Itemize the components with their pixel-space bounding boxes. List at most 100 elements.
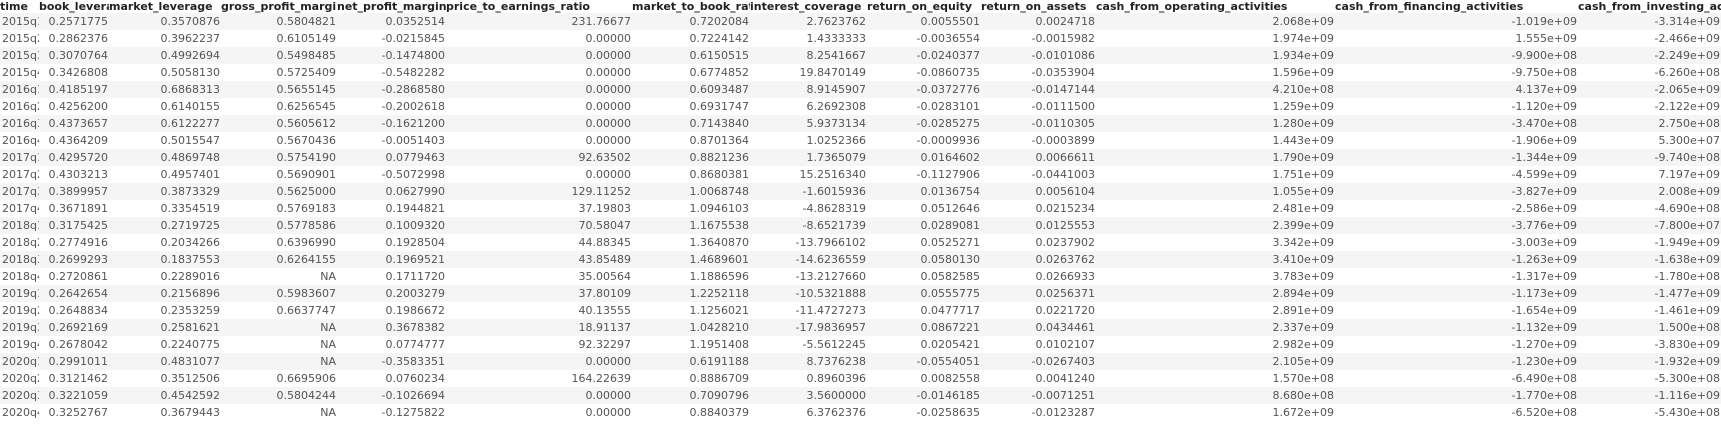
table-cell: 0.1969521 <box>337 251 446 268</box>
table-cell: -0.0009936 <box>867 132 981 149</box>
table-cell: 0.00000 <box>446 30 632 47</box>
table-cell: -0.0110305 <box>981 115 1096 132</box>
table-cell: -1.120e+09 <box>1335 98 1578 115</box>
table-cell: -11.4727273 <box>750 302 867 319</box>
table-cell: 1.259e+09 <box>1096 98 1335 115</box>
table-cell: 0.1986672 <box>337 302 446 319</box>
table-cell: 1.0068748 <box>632 183 750 200</box>
table-cell: -0.0101086 <box>981 47 1096 64</box>
table-cell: 0.2353259 <box>109 302 221 319</box>
table-cell: 0.5804244 <box>221 387 337 404</box>
table-cell: 0.5015547 <box>109 132 221 149</box>
table-cell: 0.6774852 <box>632 64 750 81</box>
table-cell: -8.6521739 <box>750 217 867 234</box>
table-cell: 1.3640870 <box>632 234 750 251</box>
table-cell: 0.3252767 <box>39 404 109 421</box>
table-cell: 0.6931747 <box>632 98 750 115</box>
table-cell: 0.5754190 <box>221 149 337 166</box>
table-cell: NA <box>221 336 337 353</box>
table-row: 2018q40.27208610.2289016NA0.171172035.00… <box>0 268 1721 285</box>
column-header-return-on-assets: return_on_assets <box>981 0 1087 13</box>
table-cell: 0.0136754 <box>867 183 981 200</box>
row-time-cell: 2020q3 <box>0 387 39 404</box>
table-cell: 0.8680381 <box>632 166 750 183</box>
table-cell: 164.22639 <box>446 370 632 387</box>
table-cell: -0.0860735 <box>867 64 981 81</box>
row-time-cell: 2018q1 <box>0 217 39 234</box>
table-cell: 1.751e+09 <box>1096 166 1335 183</box>
table-cell: -1.780e+08 <box>1578 268 1721 285</box>
table-cell: 2.891e+09 <box>1096 302 1335 319</box>
table-cell: -0.0123287 <box>981 404 1096 421</box>
table-cell: 0.0627990 <box>337 183 446 200</box>
table-row: 2019q20.26488340.23532590.66377470.19866… <box>0 302 1721 319</box>
table-row: 2015q10.25717750.35708760.58048210.03525… <box>0 13 1721 30</box>
table-cell: 37.19803 <box>446 200 632 217</box>
table-cell: 1.4333333 <box>750 30 867 47</box>
row-time-cell: 2017q2 <box>0 166 39 183</box>
table-cell: -0.0051403 <box>337 132 446 149</box>
table-cell: 1.280e+09 <box>1096 115 1335 132</box>
table-cell: 0.6868313 <box>109 81 221 98</box>
table-cell: -1.477e+09 <box>1578 285 1721 302</box>
table-cell: 0.6396990 <box>221 234 337 251</box>
table-cell: -0.0258635 <box>867 404 981 421</box>
table-cell: 0.5058130 <box>109 64 221 81</box>
table-cell: 0.8886709 <box>632 370 750 387</box>
table-cell: 2.337e+09 <box>1096 319 1335 336</box>
table-cell: -0.0215845 <box>337 30 446 47</box>
table-cell: 0.2991011 <box>39 353 109 370</box>
table-cell: 0.6105149 <box>221 30 337 47</box>
table-cell: 0.0102107 <box>981 336 1096 353</box>
table-cell: 1.4689601 <box>632 251 750 268</box>
table-cell: 0.6093487 <box>632 81 750 98</box>
column-header-return-on-equity: return_on_equity <box>867 0 972 13</box>
table-cell: -0.3583351 <box>337 353 446 370</box>
table-cell: 0.00000 <box>446 64 632 81</box>
table-cell: 0.5778586 <box>221 217 337 234</box>
table-cell: 0.0221720 <box>981 302 1096 319</box>
column-header-price-to-earnings-ratio: price_to_earnings_ratio <box>446 0 590 13</box>
table-cell: 0.0055501 <box>867 13 981 30</box>
table-cell: 15.2516340 <box>750 166 867 183</box>
table-cell: -1.654e+09 <box>1335 302 1578 319</box>
table-cell: 18.91137 <box>446 319 632 336</box>
row-time-cell: 2020q1 <box>0 353 39 370</box>
table-cell: 0.0774777 <box>337 336 446 353</box>
table-cell: 1.0428210 <box>632 319 750 336</box>
table-cell: 1.555e+09 <box>1335 30 1578 47</box>
table-cell: 92.63502 <box>446 149 632 166</box>
table-row: 2016q40.43642090.50155470.5670436-0.0051… <box>0 132 1721 149</box>
table-cell: 0.5804821 <box>221 13 337 30</box>
table-cell: -2.466e+09 <box>1578 30 1721 47</box>
table-cell: -0.0147144 <box>981 81 1096 98</box>
table-cell: 0.1009320 <box>337 217 446 234</box>
table-cell: 0.2156896 <box>109 285 221 302</box>
table-cell: 4.137e+09 <box>1335 81 1578 98</box>
table-cell: 0.00000 <box>446 115 632 132</box>
table-cell: 0.0205421 <box>867 336 981 353</box>
table-cell: 37.80109 <box>446 285 632 302</box>
table-cell: 0.5769183 <box>221 200 337 217</box>
table-cell: 0.0555775 <box>867 285 981 302</box>
table-cell: -0.0554051 <box>867 353 981 370</box>
table-cell: 0.5498485 <box>221 47 337 64</box>
table-cell: 2.481e+09 <box>1096 200 1335 217</box>
column-header-cash-from-investing-activities: cash_from_investing_activities <box>1578 0 1721 13</box>
table-cell: 0.5605612 <box>221 115 337 132</box>
table-cell: 0.3570876 <box>109 13 221 30</box>
column-header-book-leverage: book_leverage <box>39 0 109 13</box>
table-cell: 0.2678042 <box>39 336 109 353</box>
table-cell: 0.1928504 <box>337 234 446 251</box>
table-cell: 0.3354519 <box>109 200 221 217</box>
table-cell: 0.2692169 <box>39 319 109 336</box>
table-cell: -6.520e+08 <box>1335 404 1578 421</box>
table-cell: 1.1256021 <box>632 302 750 319</box>
table-cell: 6.3762376 <box>750 404 867 421</box>
table-cell: 0.0263762 <box>981 251 1096 268</box>
table-cell: 0.0056104 <box>981 183 1096 200</box>
table-cell: 0.0266933 <box>981 268 1096 285</box>
table-cell: 0.4957401 <box>109 166 221 183</box>
table-cell: 5.300e+07 <box>1578 132 1721 149</box>
table-cell: 0.2571775 <box>39 13 109 30</box>
